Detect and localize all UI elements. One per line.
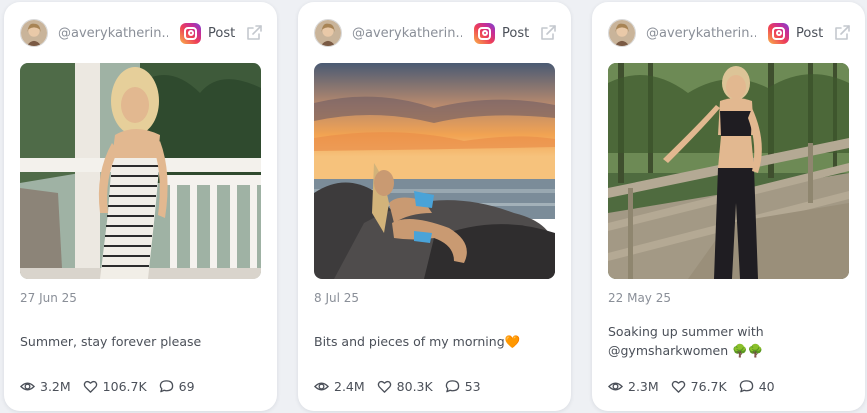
comments-count: 40: [758, 378, 775, 394]
engagement-stats: 2.4M 80.3K 53: [314, 378, 493, 394]
card-header: @averykatherin... Post: [608, 18, 851, 48]
likes-stat: 106.7K: [83, 379, 147, 394]
heart-icon: [377, 380, 391, 393]
comments-count: 53: [464, 378, 481, 394]
engagement-stats: 3.2M 106.7K 69: [20, 378, 207, 394]
post-image[interactable]: [20, 63, 261, 279]
post-image[interactable]: [608, 63, 849, 279]
comments-stat: 69: [159, 379, 195, 394]
account-handle[interactable]: @averykatherin...: [58, 26, 168, 41]
likes-count: 106.7K: [102, 378, 147, 394]
post-image[interactable]: [314, 63, 555, 279]
external-link-icon[interactable]: [245, 24, 263, 42]
views-stat: 2.4M: [314, 379, 365, 394]
post-type-label: Post: [502, 25, 530, 41]
eye-icon: [608, 382, 623, 390]
engagement-stats: 2.3M 76.7K 40: [608, 378, 787, 394]
eye-icon: [314, 382, 329, 390]
post-date: 22 May 25: [608, 291, 671, 305]
instagram-icon: [474, 22, 495, 44]
post-caption: Summer, stay forever please: [20, 334, 202, 349]
external-link-icon[interactable]: [539, 24, 557, 42]
likes-count: 76.7K: [690, 378, 727, 394]
comment-icon: [159, 379, 173, 392]
post-card[interactable]: @averykatherin... Post: [592, 2, 865, 411]
avatar[interactable]: [608, 19, 636, 47]
comment-icon: [445, 379, 459, 392]
instagram-icon: [768, 22, 789, 44]
likes-stat: 76.7K: [671, 379, 727, 394]
instagram-icon: [180, 22, 201, 44]
post-date: 27 Jun 25: [20, 291, 77, 305]
comments-count: 69: [178, 378, 195, 394]
comment-icon: [739, 379, 753, 392]
post-card[interactable]: @averykatherin... Post: [298, 2, 571, 411]
post-type-label: Post: [796, 25, 824, 41]
external-link-icon[interactable]: [833, 24, 851, 42]
card-header: @averykatherin... Post: [20, 18, 263, 48]
heart-icon: [83, 380, 97, 393]
post-caption: Soaking up summer with @gymsharkwomen 🌳🌳: [608, 324, 764, 358]
post-type-label: Post: [208, 25, 236, 41]
avatar[interactable]: [20, 19, 48, 47]
post-caption: Bits and pieces of my morning🧡: [314, 334, 521, 349]
post-card-strip: @averykatherin... Post 27 Jun 25 Summer,…: [0, 0, 867, 413]
likes-stat: 80.3K: [377, 379, 433, 394]
views-count: 3.2M: [40, 378, 71, 394]
views-stat: 2.3M: [608, 379, 659, 394]
comments-stat: 40: [739, 379, 775, 394]
post-date: 8 Jul 25: [314, 291, 360, 305]
avatar[interactable]: [314, 19, 342, 47]
comments-stat: 53: [445, 379, 481, 394]
account-handle[interactable]: @averykatherin...: [352, 26, 462, 41]
account-handle[interactable]: @averykatherin...: [646, 26, 756, 41]
post-card[interactable]: @averykatherin... Post: [4, 2, 277, 411]
eye-icon: [20, 382, 35, 390]
likes-count: 80.3K: [396, 378, 433, 394]
views-stat: 3.2M: [20, 379, 71, 394]
heart-icon: [671, 380, 685, 393]
views-count: 2.3M: [628, 378, 659, 394]
card-header: @averykatherin... Post: [314, 18, 557, 48]
views-count: 2.4M: [334, 378, 365, 394]
